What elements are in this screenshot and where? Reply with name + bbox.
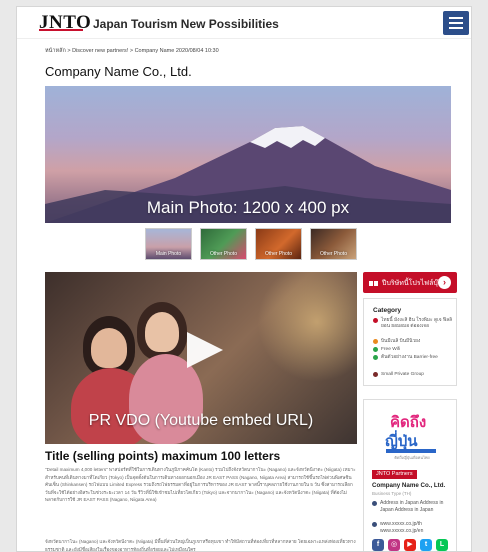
globe-icon bbox=[372, 522, 377, 527]
category-box: Category ไทยนี้ มังงะสิ ฮิน โรงพิมะ ดูเจ… bbox=[363, 298, 457, 386]
person-face bbox=[91, 328, 127, 368]
partner-name: Company Name Co., Ltd. bbox=[372, 482, 446, 489]
person-face bbox=[145, 312, 179, 352]
selling-points-title: Title (selling points) maximum 100 lette… bbox=[45, 449, 281, 463]
gift-icon bbox=[369, 278, 378, 286]
thumbnail-label: Other Photo bbox=[265, 251, 292, 257]
detail-paragraph: "Detail maximum 4,000 letters" พาสปอร์ตท… bbox=[45, 467, 356, 503]
partner-logo-bar bbox=[386, 449, 436, 453]
category-text: ไทยนี้ มังงะสิ ฮิน โรงพิมะ ดูเจ ฟิลลิยอน… bbox=[381, 318, 453, 329]
social-links: f ◎ ▶ t L bbox=[372, 539, 450, 551]
barrier-free-icon bbox=[373, 355, 378, 360]
play-icon[interactable] bbox=[181, 330, 225, 370]
partner-card: คิดถึง ญี่ปุ่น คิดถึงญี่ปุ่นเพื่อคนไทย J… bbox=[363, 399, 457, 551]
logo-underline bbox=[39, 29, 83, 31]
line-icon[interactable]: L bbox=[436, 539, 448, 551]
menu-icon-bar bbox=[449, 27, 463, 29]
video-backdrop bbox=[257, 272, 357, 382]
page: JNTO Japan Tourism New Possibilities หน้… bbox=[16, 6, 472, 552]
location-pin-icon bbox=[372, 501, 377, 506]
thumbnail-main[interactable]: Main Photo bbox=[145, 228, 192, 260]
partner-logo-subtitle: คิดถึงญี่ปุ่นเพื่อคนไทย bbox=[394, 456, 430, 460]
wifi-icon bbox=[373, 347, 378, 352]
main-photo: Main Photo: 1200 x 400 px bbox=[45, 86, 451, 223]
group-icon bbox=[373, 372, 378, 377]
twitter-icon[interactable]: t bbox=[420, 539, 432, 551]
youtube-icon[interactable]: ▶ bbox=[404, 539, 416, 551]
category-text: บินมีเนลิ บินมีนิวยง bbox=[381, 339, 421, 344]
thumbnail-label: Main Photo bbox=[155, 251, 182, 257]
download-brochure-button[interactable]: ปีบริษัทนี้โปรไฟล์บุ๊ค › bbox=[363, 272, 457, 293]
category-dot-icon bbox=[373, 339, 378, 344]
download-brochure-label: ปีบริษัทนี้โปรไฟล์บุ๊ค bbox=[382, 280, 443, 287]
category-text: ต้นตัวอย่างงาน Barrier-free bbox=[381, 355, 438, 360]
arrow-right-icon: › bbox=[438, 276, 451, 289]
detail-paragraph: จังหวัดนากาโนะ (Nagano) และจังหวัดนีงาตะ… bbox=[45, 539, 356, 552]
menu-icon-bar bbox=[449, 22, 463, 24]
photo-thumbnails: Main Photo Other Photo Other Photo Other… bbox=[145, 228, 357, 262]
instagram-icon[interactable]: ◎ bbox=[388, 539, 400, 551]
category-title: Category bbox=[373, 307, 402, 314]
breadcrumb[interactable]: หน้าหลัก > Discover new partners! > Comp… bbox=[45, 47, 219, 55]
thumbnail-other-1[interactable]: Other Photo bbox=[200, 228, 247, 260]
video-label: PR VDO (Youtube embed URL) bbox=[88, 412, 314, 429]
hamburger-menu-button[interactable] bbox=[443, 11, 469, 35]
pr-video-embed[interactable]: PR VDO (Youtube embed URL) bbox=[45, 272, 357, 444]
category-text: Small Private Group bbox=[381, 372, 424, 377]
thumbnail-label: Other Photo bbox=[210, 251, 237, 257]
partner-badge: JNTO Partners bbox=[372, 470, 417, 479]
thumbnail-label: Other Photo bbox=[320, 251, 347, 257]
main-photo-label: Main Photo: 1200 x 400 px bbox=[146, 198, 350, 217]
partner-type: Business Type (TH) bbox=[372, 491, 412, 496]
page-title: Company Name Co., Ltd. bbox=[45, 64, 192, 79]
partner-address-text: Address in Japan Address in Japan Addres… bbox=[380, 500, 444, 513]
menu-icon-bar bbox=[449, 17, 463, 19]
facebook-icon[interactable]: f bbox=[372, 539, 384, 551]
thumbnail-other-3[interactable]: Other Photo bbox=[310, 228, 357, 260]
partner-website-text: www.xxxxx.co.jp/th www.xxxxx.co.jp/en bbox=[380, 521, 424, 534]
site-tagline: Japan Tourism New Possibilities bbox=[93, 17, 279, 31]
category-text: Free Wifi bbox=[381, 347, 401, 352]
site-header: JNTO Japan Tourism New Possibilities bbox=[17, 7, 471, 39]
location-pin-icon bbox=[373, 318, 378, 323]
thumbnail-other-2[interactable]: Other Photo bbox=[255, 228, 302, 260]
